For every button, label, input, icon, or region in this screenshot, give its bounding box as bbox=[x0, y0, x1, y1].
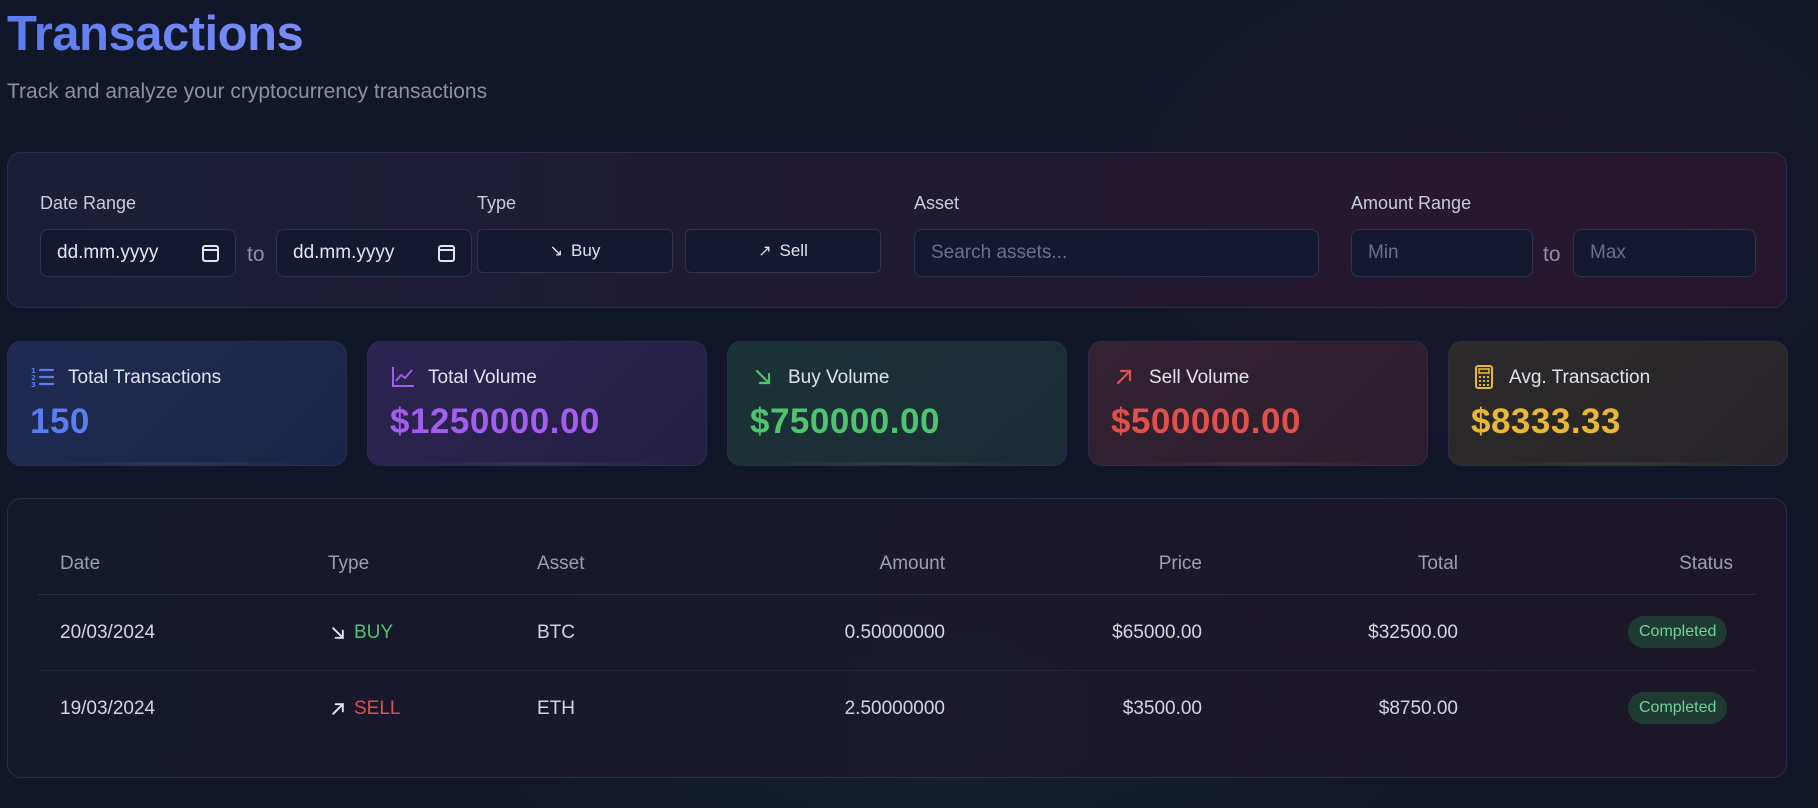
date-to-separator: to bbox=[247, 243, 265, 266]
date-from-placeholder: dd.mm.yyyy bbox=[57, 242, 159, 263]
svg-text:3: 3 bbox=[31, 381, 36, 388]
cell-total: $32500.00 bbox=[1368, 622, 1458, 643]
calculator-icon bbox=[1471, 364, 1497, 390]
type-label: Type bbox=[477, 193, 517, 213]
cell-date: 20/03/2024 bbox=[60, 622, 156, 643]
cell-asset: BTC bbox=[537, 622, 575, 643]
amount-max-input[interactable]: Max bbox=[1573, 229, 1756, 277]
stat-card-avg-transaction: Avg. Transaction $8333.33 bbox=[1448, 341, 1788, 466]
amount-range-label: Amount Range bbox=[1351, 193, 1472, 213]
arrow-down-right-icon: ↘ bbox=[549, 243, 564, 260]
amount-min-input[interactable]: Min bbox=[1351, 229, 1533, 277]
stat-label: Total Volume bbox=[428, 367, 537, 388]
amount-max-placeholder: Max bbox=[1590, 242, 1626, 263]
page-subtitle: Track and analyze your cryptocurrency tr… bbox=[7, 80, 488, 103]
cell-type: SELL bbox=[330, 698, 400, 720]
stat-card-total-transactions: 123 Total Transactions 150 bbox=[7, 341, 347, 466]
cell-date: 19/03/2024 bbox=[60, 698, 156, 719]
cell-type: BUY bbox=[330, 622, 393, 644]
stat-label: Sell Volume bbox=[1149, 367, 1250, 388]
stat-value: $500000.00 bbox=[1111, 402, 1301, 441]
type-label: SELL bbox=[354, 698, 401, 719]
buy-filter-button[interactable]: ↘ Buy bbox=[477, 229, 673, 273]
list-icon: 123 bbox=[30, 364, 56, 390]
date-to-input[interactable]: dd.mm.yyyy bbox=[276, 229, 472, 277]
status-badge: Completed bbox=[1628, 616, 1728, 648]
cell-price: $65000.00 bbox=[1112, 622, 1202, 643]
date-from-input[interactable]: dd.mm.yyyy bbox=[40, 229, 236, 277]
stat-label: Total Transactions bbox=[68, 367, 222, 388]
column-header-date[interactable]: Date bbox=[60, 553, 100, 575]
arrow-down-right-icon bbox=[332, 627, 344, 639]
cell-price: $3500.00 bbox=[1122, 698, 1202, 719]
arrow-down-right-icon bbox=[750, 364, 776, 390]
column-header-amount[interactable]: Amount bbox=[745, 553, 945, 575]
type-label: BUY bbox=[354, 622, 394, 643]
date-to-placeholder: dd.mm.yyyy bbox=[293, 242, 395, 263]
stat-label: Avg. Transaction bbox=[1509, 367, 1651, 388]
buy-filter-label: Buy bbox=[571, 241, 601, 260]
sell-filter-label: Sell bbox=[779, 241, 808, 260]
column-header-asset[interactable]: Asset bbox=[537, 553, 585, 575]
asset-label: Asset bbox=[914, 193, 960, 213]
cell-asset: ETH bbox=[537, 698, 575, 719]
filter-panel: Date Range dd.mm.yyyy to dd.mm.yyyy Type… bbox=[7, 152, 1787, 308]
amount-to-separator: to bbox=[1543, 243, 1561, 266]
row-divider bbox=[38, 670, 1756, 671]
stat-card-sell-volume: Sell Volume $500000.00 bbox=[1088, 341, 1428, 466]
date-range-label: Date Range bbox=[40, 193, 137, 213]
stat-card-total-volume: Total Volume $1250000.00 bbox=[367, 341, 707, 466]
chart-line-icon bbox=[390, 364, 416, 390]
table-header-divider bbox=[38, 594, 1756, 595]
stat-value: $1250000.00 bbox=[390, 402, 600, 441]
arrow-up-right-icon bbox=[1111, 364, 1137, 390]
calendar-icon[interactable] bbox=[438, 244, 455, 262]
asset-search-placeholder: Search assets... bbox=[931, 242, 1068, 263]
transactions-page: Transactions Track and analyze your cryp… bbox=[0, 0, 1818, 808]
stat-value: $750000.00 bbox=[750, 402, 940, 441]
column-header-price[interactable]: Price bbox=[1002, 553, 1202, 575]
cell-total: $8750.00 bbox=[1378, 698, 1458, 719]
cell-amount: 2.50000000 bbox=[844, 698, 945, 719]
column-header-type[interactable]: Type bbox=[328, 553, 369, 575]
column-header-total[interactable]: Total bbox=[1258, 553, 1458, 575]
page-title: Transactions bbox=[7, 7, 304, 61]
calendar-icon[interactable] bbox=[202, 244, 219, 262]
stat-label: Buy Volume bbox=[788, 367, 890, 388]
amount-min-placeholder: Min bbox=[1368, 242, 1399, 263]
asset-search-input[interactable]: Search assets... bbox=[914, 229, 1319, 277]
status-badge: Completed bbox=[1628, 692, 1728, 724]
arrow-up-right-icon: ↗ bbox=[758, 243, 772, 260]
arrow-up-right-icon bbox=[332, 703, 344, 715]
column-header-status[interactable]: Status bbox=[1533, 553, 1733, 575]
sell-filter-button[interactable]: ↗ Sell bbox=[685, 229, 881, 273]
stat-value: $8333.33 bbox=[1471, 402, 1621, 441]
stat-card-buy-volume: Buy Volume $750000.00 bbox=[727, 341, 1067, 466]
cell-amount: 0.50000000 bbox=[844, 622, 945, 643]
stat-value: 150 bbox=[30, 402, 90, 441]
